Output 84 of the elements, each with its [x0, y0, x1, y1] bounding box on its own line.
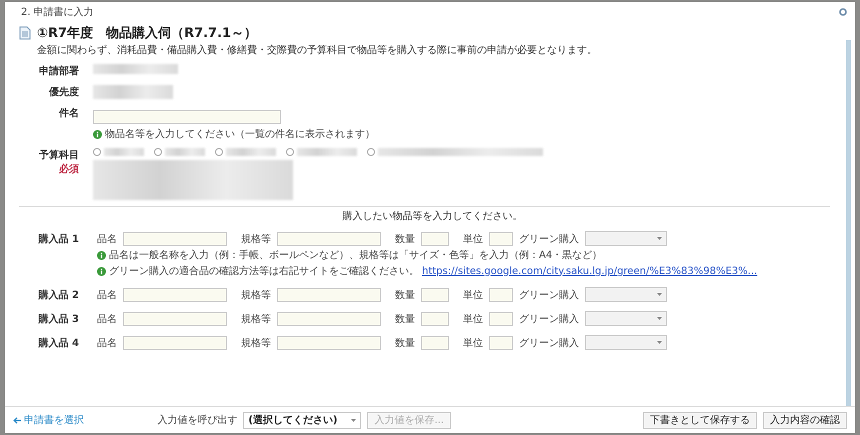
field-label: グリーン購入 [519, 288, 579, 302]
field-label: 数量 [395, 336, 415, 350]
back-link[interactable]: 申請書を選択 [13, 413, 84, 427]
blurred-value [165, 148, 205, 156]
caret-icon [657, 317, 662, 320]
field-label: 単位 [463, 232, 483, 246]
field-label: グリーン購入 [519, 312, 579, 326]
field-label: 規格等 [241, 312, 271, 326]
input-field[interactable] [123, 312, 227, 326]
scrollbar[interactable] [846, 40, 851, 406]
input-field[interactable] [421, 232, 449, 246]
close-icon[interactable] [839, 8, 847, 16]
blurred-value [104, 148, 144, 156]
field-label: 品名 [97, 312, 117, 326]
item-label: 購入品 2 [37, 288, 79, 302]
input-field[interactable] [489, 232, 513, 246]
arrow-left-icon [13, 416, 21, 424]
dropdown[interactable] [585, 335, 667, 350]
field-label: 数量 [395, 288, 415, 302]
field-label: 単位 [463, 288, 483, 302]
required-label: 必須 [59, 162, 79, 176]
field-label: 規格等 [241, 336, 271, 350]
radio-button[interactable] [154, 148, 162, 156]
input-field[interactable] [277, 288, 381, 302]
blurred-value [297, 148, 357, 156]
radio-button[interactable] [215, 148, 223, 156]
input-field[interactable] [123, 336, 227, 350]
radio-button[interactable] [93, 148, 101, 156]
radio-button[interactable] [286, 148, 294, 156]
input-field[interactable] [93, 110, 281, 124]
input-field[interactable] [421, 288, 449, 302]
info-icon [97, 266, 106, 276]
item-label: 購入品 3 [37, 312, 79, 326]
info-icon [93, 130, 102, 138]
field-label: 規格等 [241, 288, 271, 302]
document-icon [19, 26, 31, 40]
recall-label: 入力値を呼び出す [157, 414, 238, 427]
hint-text: グリーン購入の適合品の確認方法等は右記サイトをご確認ください。 [109, 264, 419, 278]
items-prompt: 購入したい物品等を入力してください。 [342, 210, 524, 223]
input-field[interactable] [123, 288, 227, 302]
hint-text: 物品名等を入力してください（一覧の件名に表示されます） [105, 128, 375, 141]
field-label: 数量 [395, 232, 415, 246]
footer-button[interactable]: 下書きとして保存する [643, 412, 757, 428]
link[interactable]: https://sites.google.com/city.saku.lg.jp/green/%E3%83%98%E3%... [422, 266, 758, 276]
field-label: 規格等 [241, 232, 271, 246]
footer-button[interactable]: 入力内容の確認 [763, 412, 847, 428]
field-label: 品名 [97, 336, 117, 350]
input-field[interactable] [277, 312, 381, 326]
dropdown[interactable] [585, 231, 667, 246]
hint-text: 品名は一般名称を入力（例：手帳、ボールペンなど）、規格等は「サイズ・色等」を入力（例：A4・黒など） [109, 248, 602, 262]
input-field[interactable] [123, 232, 227, 246]
blurred-value [226, 148, 276, 156]
field-label: 申請部署 [39, 64, 79, 78]
field-label: グリーン購入 [519, 336, 579, 350]
input-field[interactable] [421, 312, 449, 326]
field-label: 品名 [97, 232, 117, 246]
field-label: 単位 [463, 312, 483, 326]
caret-icon [657, 237, 662, 240]
input-field[interactable] [421, 336, 449, 350]
field-label: 優先度 [49, 85, 79, 99]
field-label: 品名 [97, 288, 117, 302]
dropdown[interactable]: (選択してください) [243, 412, 362, 428]
radio-button[interactable] [367, 148, 375, 156]
info-icon [97, 250, 106, 260]
input-field[interactable] [489, 288, 513, 302]
dropdown[interactable] [585, 311, 667, 326]
input-field[interactable] [277, 336, 381, 350]
caret-icon [657, 293, 662, 296]
input-field[interactable] [277, 232, 381, 246]
caret-icon [351, 418, 356, 422]
field-label: 予算科目 [39, 148, 79, 162]
step-title: 2. 申請書に入力 [21, 6, 94, 19]
field-label: 数量 [395, 312, 415, 326]
input-field[interactable] [489, 336, 513, 350]
input-field[interactable] [489, 312, 513, 326]
item-label: 購入品 4 [37, 336, 79, 350]
field-label: グリーン購入 [519, 232, 579, 246]
dropdown[interactable] [585, 287, 667, 302]
field-label: 件名 [59, 106, 79, 120]
item-label: 購入品 1 [37, 232, 79, 246]
caret-icon [657, 341, 662, 344]
form-title: ①R7年度 物品購入伺（R7.7.1～） [37, 24, 258, 42]
field-label: 単位 [463, 336, 483, 350]
form-description: 金額に関わらず、消耗品費・備品購入費・修繕費・交際費の予算科目で物品等を購入する際に事前の申請が必要となります。 [37, 44, 598, 57]
